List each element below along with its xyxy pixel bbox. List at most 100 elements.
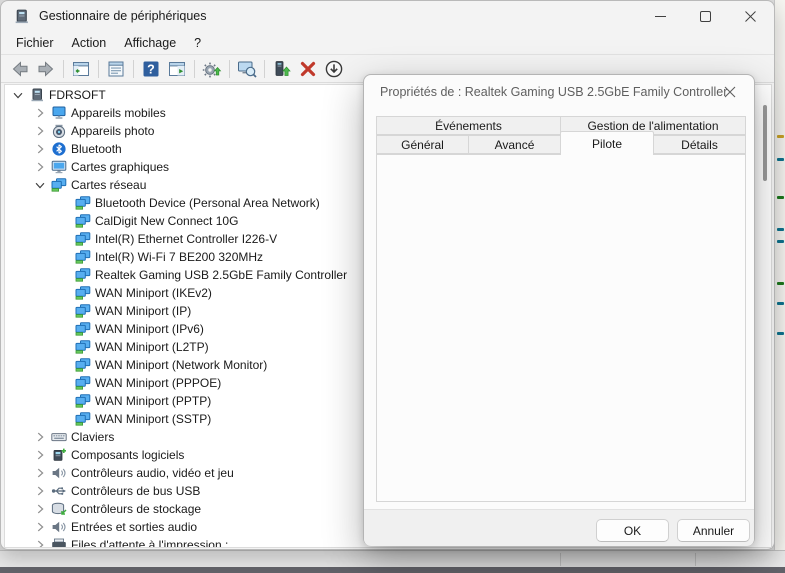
camera-icon <box>49 122 68 140</box>
speaker-icon <box>49 518 68 536</box>
dialog-title: Propriétés de : Realtek Gaming USB 2.5Gb… <box>380 85 727 99</box>
menu-action[interactable]: Action <box>63 33 116 53</box>
console-tree-icon[interactable] <box>68 57 94 81</box>
software-component-icon <box>49 446 68 464</box>
tree-scrollbar[interactable] <box>763 105 767 181</box>
tree-item-label: Cartes graphiques <box>71 160 169 174</box>
network-adapter-icon <box>73 302 92 320</box>
tab-pilote[interactable]: Pilote <box>560 131 654 155</box>
background-window-strip <box>774 0 785 573</box>
chevron-down-icon[interactable] <box>9 86 27 104</box>
tree-item-label: Intel(R) Ethernet Controller I226-V <box>95 232 277 246</box>
bluetooth-icon <box>49 140 68 158</box>
help-icon[interactable] <box>138 57 164 81</box>
properties-dialog: Propriétés de : Realtek Gaming USB 2.5Gb… <box>363 74 755 546</box>
mobile-devices-icon <box>49 104 68 122</box>
toolbar-separator <box>133 60 134 78</box>
background-dark-strip <box>0 567 785 573</box>
usb-icon <box>49 482 68 500</box>
storage-icon <box>49 500 68 518</box>
properties-window-icon[interactable] <box>103 57 129 81</box>
tree-item-label: WAN Miniport (IKEv2) <box>95 286 212 300</box>
network-adapter-icon <box>73 284 92 302</box>
network-adapter-icon <box>73 392 92 410</box>
close-button[interactable] <box>728 1 773 31</box>
tree-item-label: WAN Miniport (IPv6) <box>95 322 204 336</box>
toolbar-separator <box>98 60 99 78</box>
update-driver-icon[interactable] <box>269 57 295 81</box>
tree-item-label: Bluetooth Device (Personal Area Network) <box>95 196 320 210</box>
tree-item-label: Appareils mobiles <box>71 106 166 120</box>
tree-item-label: WAN Miniport (IP) <box>95 304 191 318</box>
menu-affichage[interactable]: Affichage <box>115 33 185 53</box>
tree-item-label: WAN Miniport (Network Monitor) <box>95 358 267 372</box>
action-pane-icon[interactable] <box>164 57 190 81</box>
network-adapter-icon <box>73 410 92 428</box>
back-icon[interactable] <box>7 57 33 81</box>
chevron-right-icon[interactable] <box>31 536 49 548</box>
chevron-right-icon[interactable] <box>31 500 49 518</box>
network-adapter-icon <box>73 374 92 392</box>
speaker-icon <box>49 464 68 482</box>
network-adapter-icon <box>73 320 92 338</box>
network-adapter-icon <box>73 338 92 356</box>
tab-avance[interactable]: Avancé <box>468 135 561 154</box>
display-adapter-icon <box>49 158 68 176</box>
tree-item-label: WAN Miniport (PPPOE) <box>95 376 221 390</box>
ok-button[interactable]: OK <box>596 519 669 542</box>
toolbar-separator <box>264 60 265 78</box>
gear-update-icon[interactable] <box>199 57 225 81</box>
tree-item-label: Entrées et sorties audio <box>71 520 197 534</box>
dialog-close-icon[interactable] <box>718 81 742 103</box>
scan-hardware-icon[interactable] <box>234 57 260 81</box>
tree-item-label: WAN Miniport (PPTP) <box>95 394 211 408</box>
screen: Gestionnaire de périphériques Fichier Ac… <box>0 0 785 573</box>
tree-item-label: Files d'attente à l'impression : <box>71 538 228 548</box>
chevron-right-icon[interactable] <box>31 140 49 158</box>
tab-details[interactable]: Détails <box>653 135 746 154</box>
tree-item-label: Realtek Gaming USB 2.5GbE Family Control… <box>95 268 347 282</box>
cancel-button[interactable]: Annuler <box>677 519 750 542</box>
chevron-down-icon[interactable] <box>31 176 49 194</box>
network-adapter-icon <box>73 212 92 230</box>
tree-item-label: WAN Miniport (L2TP) <box>95 340 209 354</box>
tree-item-label: CalDigit New Connect 10G <box>95 214 238 228</box>
tree-item-label: WAN Miniport (SSTP) <box>95 412 211 426</box>
chevron-right-icon[interactable] <box>31 518 49 536</box>
chevron-right-icon[interactable] <box>31 446 49 464</box>
tree-item-label: Contrôleurs de stockage <box>71 502 201 516</box>
chevron-right-icon[interactable] <box>31 428 49 446</box>
menu-help[interactable]: ? <box>185 33 210 53</box>
chevron-right-icon[interactable] <box>31 158 49 176</box>
tree-item-label: Contrôleurs audio, vidéo et jeu <box>71 466 234 480</box>
maximize-button[interactable] <box>683 1 728 31</box>
forward-icon[interactable] <box>33 57 59 81</box>
tree-item-label: Claviers <box>71 430 114 444</box>
tree-item-label: Bluetooth <box>71 142 122 156</box>
chevron-right-icon[interactable] <box>31 482 49 500</box>
minimize-button[interactable] <box>638 1 683 31</box>
tab-general[interactable]: Général <box>376 135 469 154</box>
disable-device-icon[interactable] <box>321 57 347 81</box>
device-manager-app-icon <box>13 9 30 24</box>
tree-item-label: FDRSOFT <box>49 88 106 102</box>
tab-evenements[interactable]: Événements <box>376 116 561 135</box>
chevron-right-icon[interactable] <box>31 464 49 482</box>
tab-page-pilote <box>376 154 746 502</box>
network-adapter-icon <box>73 248 92 266</box>
chevron-right-icon[interactable] <box>31 104 49 122</box>
toolbar-separator <box>63 60 64 78</box>
tree-item-label: Intel(R) Wi-Fi 7 BE200 320MHz <box>95 250 263 264</box>
network-adapter-icon <box>73 230 92 248</box>
tree-item-label: Appareils photo <box>71 124 154 138</box>
network-adapter-icon <box>73 356 92 374</box>
toolbar-separator <box>194 60 195 78</box>
uninstall-device-icon[interactable] <box>295 57 321 81</box>
printer-icon <box>49 536 68 548</box>
network-adapter-icon <box>49 176 68 194</box>
menu-fichier[interactable]: Fichier <box>7 33 63 53</box>
background-taskbar-band <box>0 550 785 568</box>
tree-item-label: Cartes réseau <box>71 178 146 192</box>
chevron-right-icon[interactable] <box>31 122 49 140</box>
window-title: Gestionnaire de périphériques <box>39 9 206 23</box>
